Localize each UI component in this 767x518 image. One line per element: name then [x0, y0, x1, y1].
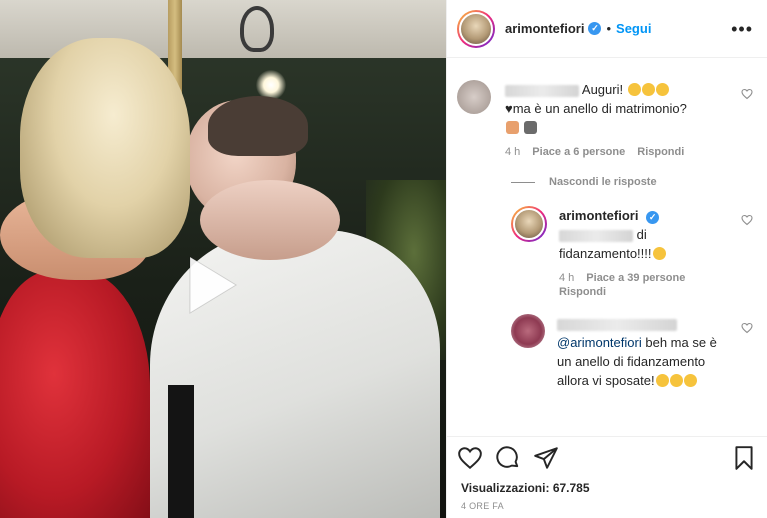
comment-likes[interactable]: Piace a 6 persone [532, 146, 625, 158]
like-reply-heart-icon[interactable] [741, 214, 753, 226]
comment-text-line2: ♥ma è un anello di matrimonio? [505, 101, 687, 116]
bride-emoji-icon [523, 121, 537, 134]
post-header: arimontefiori ✓ • Segui ••• [447, 0, 767, 58]
embracing-arm [200, 180, 340, 260]
avatar-image [459, 11, 493, 46]
mention-link[interactable]: @arimontefiori [557, 335, 642, 350]
grinning-emoji-icon [652, 247, 666, 260]
post-video[interactable] [0, 0, 446, 518]
commenter-avatar[interactable] [511, 314, 545, 348]
blonde-hair [20, 38, 190, 258]
author-avatar[interactable] [457, 9, 495, 48]
red-dress [0, 270, 150, 518]
dark-chair [168, 385, 194, 518]
post-sidebar: arimontefiori ✓ • Segui ••• Auguri! ♥ma … [446, 0, 767, 518]
smiley-emoji-icon [655, 83, 669, 96]
views-count[interactable]: Visualizzazioni: 67.785 [447, 478, 767, 498]
hanging-rope [240, 6, 274, 52]
comment-text: Auguri! ♥ma è un anello di matrimonio? [505, 80, 731, 137]
blurred-username[interactable] [557, 318, 677, 331]
hide-replies-button[interactable]: Nascondi le risposte [511, 176, 753, 188]
reply-text-line1: di [636, 227, 647, 242]
like-comment-heart-icon[interactable] [741, 88, 753, 100]
comment-text-line1: Auguri! [581, 82, 624, 97]
blurred-mention[interactable] [559, 229, 633, 242]
kiss-emoji-icon [683, 374, 697, 387]
reply-item: @arimontefiori beh ma se è un anello di … [511, 314, 753, 390]
reply-text: arimontefiori ✓ di fidanzamento!!!! [559, 206, 731, 263]
like-heart-icon[interactable] [457, 445, 483, 471]
reply-body: @arimontefiori beh ma se è un anello di … [557, 314, 753, 390]
reply-author-avatar[interactable] [511, 206, 547, 242]
separator-dot: • [606, 21, 612, 36]
post-timestamp: 4 ORE FA [461, 501, 504, 511]
ring-emoji-icon [506, 121, 519, 134]
comment-item: Auguri! ♥ma è un anello di matrimonio? 4… [457, 80, 753, 158]
views-value: 67.785 [552, 481, 590, 495]
like-reply-heart-icon[interactable] [741, 322, 753, 334]
more-options-icon[interactable]: ••• [731, 20, 753, 38]
comment-time: 4 h [505, 146, 521, 158]
avatar-image [513, 208, 545, 240]
blurred-username[interactable] [505, 84, 579, 97]
follow-button[interactable]: Segui [616, 21, 651, 36]
play-icon [189, 256, 237, 314]
comment-meta: 4 h Piace a 6 persone Rispondi [505, 146, 731, 158]
reply-button[interactable]: Rispondi [637, 146, 684, 158]
reply-time: 4 h [559, 272, 575, 284]
verified-badge-icon: ✓ [588, 22, 602, 35]
verified-badge-icon: ✓ [646, 211, 660, 224]
hide-replies-label: Nascondi le risposte [549, 176, 657, 188]
divider-line [511, 181, 535, 183]
play-button[interactable] [176, 251, 244, 319]
clap-emoji-icon [669, 374, 683, 387]
replies-thread: arimontefiori ✓ di fidanzamento!!!! 4 h … [511, 206, 753, 390]
reply-likes[interactable]: Piace a 39 persone [586, 272, 685, 284]
commenter-avatar[interactable] [457, 80, 491, 114]
smiley-emoji-icon [641, 83, 655, 96]
comments-list: Auguri! ♥ma è un anello di matrimonio? 4… [447, 58, 767, 436]
author-username[interactable]: arimontefiori [505, 21, 584, 36]
reply-body: arimontefiori ✓ di fidanzamento!!!! 4 h … [559, 206, 753, 298]
reply-item: arimontefiori ✓ di fidanzamento!!!! 4 h … [511, 206, 753, 298]
reply-button[interactable]: Rispondi [559, 286, 606, 298]
comment-bubble-icon[interactable] [495, 445, 521, 471]
instagram-post-window: arimontefiori ✓ • Segui ••• Auguri! ♥ma … [0, 0, 767, 518]
man-hair [208, 96, 308, 156]
reply-text: @arimontefiori beh ma se è un anello di … [557, 314, 731, 390]
reply-username[interactable]: arimontefiori [559, 208, 638, 223]
smiley-emoji-icon [627, 83, 641, 96]
reply-text-line2: fidanzamento!!!! [559, 246, 652, 261]
share-paper-plane-icon[interactable] [533, 445, 559, 471]
bookmark-icon[interactable] [731, 445, 757, 471]
reply-meta: 4 h Piace a 39 persone Rispondi [559, 272, 731, 298]
comment-body: Auguri! ♥ma è un anello di matrimonio? 4… [505, 80, 753, 158]
thumbs-up-emoji-icon [655, 374, 669, 387]
views-label: Visualizzazioni: [461, 481, 550, 495]
post-actions [447, 436, 767, 478]
